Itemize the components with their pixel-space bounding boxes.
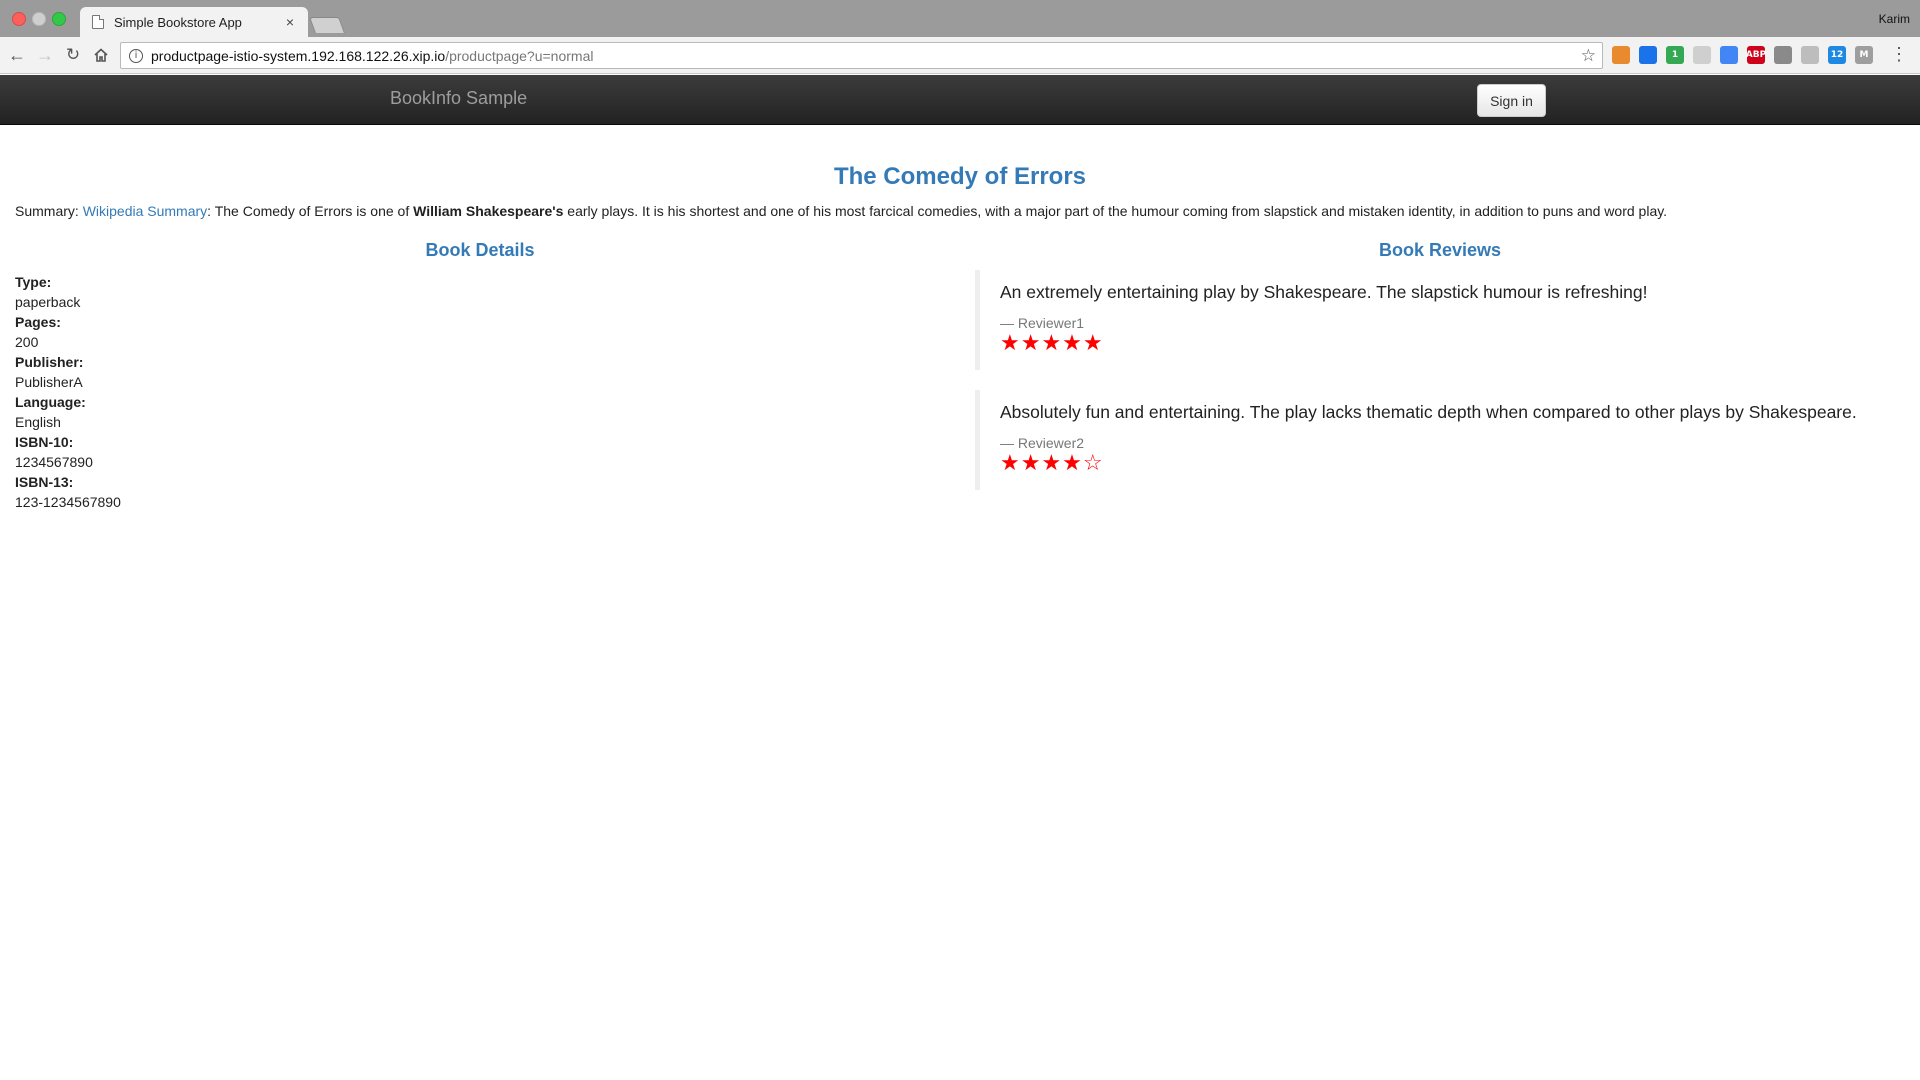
review-item: Absolutely fun and entertaining. The pla… xyxy=(975,390,1895,490)
review-author: — Reviewer2 xyxy=(1000,435,1085,451)
pages-value: 200 xyxy=(15,334,39,350)
isbn13-value: 123-1234567890 xyxy=(15,494,121,510)
browser-tabstrip: Simple Bookstore App × Karim xyxy=(0,0,1920,37)
window-zoom-button[interactable] xyxy=(52,12,66,26)
tab-close-icon[interactable]: × xyxy=(282,14,298,30)
extension-3-icon[interactable]: 1 xyxy=(1666,46,1684,64)
navbar-brand[interactable]: BookInfo Sample xyxy=(390,88,527,109)
publisher-label: Publisher: xyxy=(15,354,84,370)
review-text: Absolutely fun and entertaining. The pla… xyxy=(1000,402,1857,422)
type-label: Type: xyxy=(15,274,52,290)
star-rating-icon: ★★★★☆ xyxy=(1000,451,1104,476)
page-icon xyxy=(92,15,104,29)
summary-rest: early plays. It is his shortest and one … xyxy=(563,203,1668,219)
extension-2-icon[interactable] xyxy=(1639,46,1657,64)
page-title: The Comedy of Errors xyxy=(833,163,1087,190)
forward-arrow-icon[interactable]: → xyxy=(34,44,56,66)
tab-title: Simple Bookstore App xyxy=(114,14,242,30)
extensions-bar: 1 ABP 12 M xyxy=(1612,46,1873,64)
book-details-heading: Book Details xyxy=(425,240,535,260)
extension-5-icon[interactable] xyxy=(1720,46,1738,64)
bookmark-star-icon[interactable]: ☆ xyxy=(1581,46,1596,66)
review-text: An extremely entertaining play by Shakes… xyxy=(1000,282,1648,302)
info-icon[interactable]: i xyxy=(129,48,143,63)
address-bar[interactable]: i productpage-istio-system.192.168.122.2… xyxy=(120,42,1603,69)
language-label: Language: xyxy=(15,394,86,410)
profile-name[interactable]: Karim xyxy=(1879,12,1910,26)
new-tab-button[interactable] xyxy=(309,17,345,33)
extension-1-icon[interactable] xyxy=(1612,46,1630,64)
summary-prefix: Summary: xyxy=(15,203,83,219)
adblock-plus-icon[interactable]: ABP xyxy=(1746,46,1766,64)
extension-4-icon[interactable] xyxy=(1693,46,1711,64)
summary-mid: : The Comedy of Errors is one of xyxy=(207,203,414,219)
browser-toolbar: ← → ↻ i productpage-istio-system.192.168… xyxy=(0,37,1920,74)
window-minimize-button[interactable] xyxy=(32,12,46,26)
book-details-list: Type: paperback Pages: 200 Publisher: Pu… xyxy=(15,272,121,512)
navbar: BookInfo Sample Sign in xyxy=(0,75,1920,125)
summary-author: William Shakespeare's xyxy=(413,203,564,219)
isbn10-value: 1234567890 xyxy=(15,454,93,470)
window-close-button[interactable] xyxy=(12,12,26,26)
home-icon[interactable] xyxy=(90,44,112,66)
extension-10-icon[interactable]: M xyxy=(1855,46,1873,64)
review-author: — Reviewer1 xyxy=(1000,315,1085,331)
language-value: English xyxy=(15,414,61,430)
back-arrow-icon[interactable]: ← xyxy=(6,44,28,66)
publisher-value: PublisherA xyxy=(15,374,83,390)
browser-tab-active[interactable]: Simple Bookstore App × xyxy=(80,7,308,37)
url-path: /productpage?u=normal xyxy=(445,47,594,64)
isbn10-label: ISBN-10: xyxy=(15,434,74,450)
extension-8-icon[interactable] xyxy=(1801,46,1819,64)
url-host: productpage-istio-system.192.168.122.26.… xyxy=(151,47,446,64)
cast-icon[interactable] xyxy=(1774,46,1792,64)
book-reviews-heading: Book Reviews xyxy=(1378,240,1502,260)
type-value: paperback xyxy=(15,294,81,310)
extension-9-icon[interactable]: 12 xyxy=(1828,46,1846,64)
pages-label: Pages: xyxy=(15,314,61,330)
browser-menu-icon[interactable]: ⋮ xyxy=(1890,45,1908,63)
isbn13-label: ISBN-13: xyxy=(15,474,74,490)
book-summary: Summary: Wikipedia Summary: The Comedy o… xyxy=(15,203,1905,219)
star-rating-icon: ★★★★★ xyxy=(1000,331,1104,356)
wikipedia-summary-link[interactable]: Wikipedia Summary xyxy=(83,203,207,219)
sign-in-button[interactable]: Sign in xyxy=(1477,84,1546,117)
review-item: An extremely entertaining play by Shakes… xyxy=(975,270,1895,370)
reload-icon[interactable]: ↻ xyxy=(62,44,84,66)
